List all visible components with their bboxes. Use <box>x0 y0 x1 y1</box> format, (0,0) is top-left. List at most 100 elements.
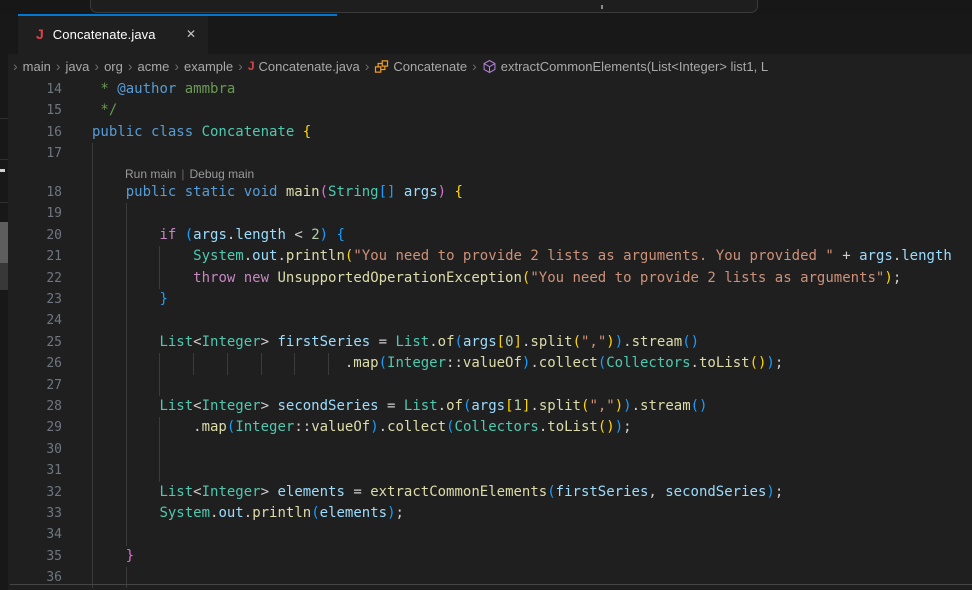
method-icon <box>482 59 497 74</box>
line-number: 15 <box>8 100 62 121</box>
code-line[interactable]: 17 <box>8 143 972 164</box>
command-center-search-icon <box>601 5 603 9</box>
codelens-run-link[interactable]: Run main <box>125 167 176 181</box>
breadcrumb-item-main[interactable]: main <box>23 59 51 74</box>
line-number: 34 <box>8 524 62 545</box>
code-line[interactable]: 25 List<Integer> firstSeries = List.of(a… <box>8 332 972 353</box>
codelens-debug-link[interactable]: Debug main <box>189 167 254 181</box>
breadcrumb-item-extractcommonelements-li[interactable]: extractCommonElements(List<Integer> list… <box>482 59 768 74</box>
java-file-icon: J <box>248 59 255 73</box>
code-line[interactable]: 32 List<Integer> elements = extractCommo… <box>8 482 972 503</box>
indent-guide <box>126 460 127 481</box>
indent-guide <box>92 524 93 545</box>
code-text: List<Integer> secondSeries = List.of(arg… <box>92 396 707 417</box>
code-line[interactable]: 35 } <box>8 546 972 567</box>
sidebar-item[interactable] <box>0 263 8 290</box>
class-icon <box>374 59 389 74</box>
indent-guide <box>159 439 160 460</box>
line-number: 29 <box>8 417 62 438</box>
code-line[interactable]: 15 */ <box>8 100 972 121</box>
code-line[interactable]: 18 public static void main(String[] args… <box>8 182 972 203</box>
tab-concatenate-java[interactable]: J Concatenate.java ✕ <box>18 14 208 54</box>
editor-bottom-border <box>10 584 972 585</box>
code-line[interactable]: 14 * @author ammbra <box>8 79 972 100</box>
code-text: throw new UnsupportedOperationException(… <box>92 268 901 289</box>
code-line[interactable]: 31 <box>8 460 972 481</box>
active-tab-indicator <box>18 14 337 16</box>
code-line[interactable]: 33 System.out.println(elements); <box>8 503 972 524</box>
code-editor[interactable]: 14 * @author ammbra15 */16 public class C… <box>8 78 972 590</box>
line-number: 22 <box>8 268 62 289</box>
breadcrumb-separator: › <box>94 58 99 74</box>
line-number: 19 <box>8 203 62 224</box>
breadcrumb-item-example[interactable]: example <box>184 59 233 74</box>
line-number: 30 <box>8 439 62 460</box>
indent-guide <box>159 375 160 396</box>
breadcrumb-item-acme[interactable]: acme <box>138 59 170 74</box>
breadcrumb-item-concatenate-java[interactable]: JConcatenate.java <box>248 59 360 74</box>
line-number: 24 <box>8 310 62 331</box>
indent-guide <box>92 310 93 331</box>
code-line[interactable]: 19 <box>8 203 972 224</box>
code-text: public static void main(String[] args) { <box>92 182 463 203</box>
indent-guide <box>92 567 93 588</box>
line-number: 26 <box>8 353 62 374</box>
code-line[interactable]: 29 .map(Integer::valueOf).collect(Collec… <box>8 417 972 438</box>
breadcrumb: ›main›java›org›acme›example›JConcatenate… <box>8 54 972 78</box>
command-center[interactable] <box>90 0 758 13</box>
code-text: List<Integer> firstSeries = List.of(args… <box>92 332 699 353</box>
code-text: } <box>92 289 168 310</box>
line-number: 35 <box>8 546 62 567</box>
sidebar-divider <box>0 159 8 160</box>
tab-bar: J Concatenate.java ✕ <box>8 14 972 54</box>
code-text: System.out.println(elements); <box>92 503 404 524</box>
line-number: 33 <box>8 503 62 524</box>
line-number: 25 <box>8 332 62 353</box>
breadcrumb-item-concatenate[interactable]: Concatenate <box>374 59 467 74</box>
code-text: .map(Integer::valueOf).collect(Collector… <box>92 417 632 438</box>
code-text: if (args.length < 2) { <box>92 225 345 246</box>
indent-guide <box>126 567 127 588</box>
code-line[interactable]: 21 System.out.println("You need to provi… <box>8 246 972 267</box>
line-number: 16 <box>8 122 62 143</box>
sidebar-selected-item[interactable] <box>0 222 8 263</box>
indent-guide <box>92 375 93 396</box>
code-line[interactable]: 22 throw new UnsupportedOperationExcepti… <box>8 268 972 289</box>
breadcrumb-separator: › <box>238 58 243 74</box>
line-number: 23 <box>8 289 62 310</box>
breadcrumb-separator: › <box>128 58 133 74</box>
breadcrumb-item-org[interactable]: org <box>104 59 123 74</box>
sidebar-marker <box>0 169 5 172</box>
code-line[interactable]: 26 .map(Integer::valueOf).collect(Collec… <box>8 353 972 374</box>
code-text: .map(Integer::valueOf).collect(Collector… <box>92 353 783 374</box>
code-line[interactable]: 16 public class Concatenate { <box>8 122 972 143</box>
code-line[interactable]: 23 } <box>8 289 972 310</box>
line-number: 20 <box>8 225 62 246</box>
line-number: 17 <box>8 143 62 164</box>
breadcrumb-item-java[interactable]: java <box>66 59 90 74</box>
tab-close-icon[interactable]: ✕ <box>184 25 198 43</box>
code-line[interactable]: 28 List<Integer> secondSeries = List.of(… <box>8 396 972 417</box>
code-text: * @author ammbra <box>92 79 235 100</box>
code-line[interactable]: 27 <box>8 375 972 396</box>
code-text: List<Integer> elements = extractCommonEl… <box>92 482 783 503</box>
line-number: 27 <box>8 375 62 396</box>
code-text: public class Concatenate { <box>92 122 311 143</box>
sidebar-divider <box>0 202 8 203</box>
indent-guide <box>92 439 93 460</box>
sidebar-divider <box>0 118 8 119</box>
line-number: 21 <box>8 246 62 267</box>
tab-label: Concatenate.java <box>53 27 156 42</box>
indent-guide <box>92 203 93 224</box>
code-line[interactable]: 24 <box>8 310 972 331</box>
code-line[interactable]: 20 if (args.length < 2) { <box>8 225 972 246</box>
code-line[interactable]: 30 <box>8 439 972 460</box>
breadcrumb-separator: › <box>13 58 18 74</box>
code-line[interactable]: 34 <box>8 524 972 545</box>
code-line[interactable]: 36 <box>8 567 972 588</box>
indent-guide <box>126 375 127 396</box>
indent-guide <box>126 439 127 460</box>
line-number: 28 <box>8 396 62 417</box>
breadcrumb-separator: › <box>56 58 61 74</box>
indent-guide <box>126 203 127 224</box>
